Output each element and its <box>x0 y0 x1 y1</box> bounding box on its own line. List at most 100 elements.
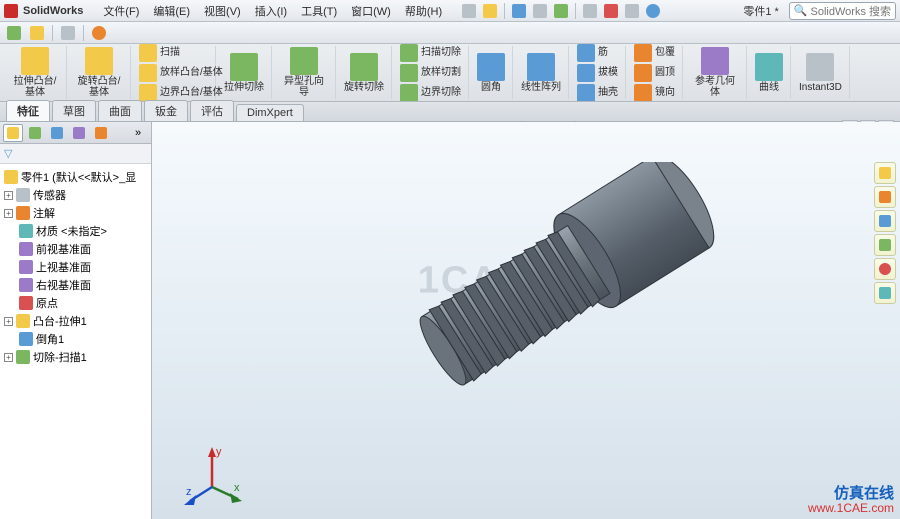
triad-x-label: x <box>234 482 240 494</box>
resources-tab[interactable] <box>874 162 896 184</box>
loft-boss-button[interactable]: 放样凸台/基体 <box>136 63 211 83</box>
display-manager-tab[interactable] <box>91 124 111 142</box>
hole-wizard-button[interactable]: 异型孔向导 <box>277 45 331 100</box>
shell-button[interactable]: 抽壳 <box>574 83 621 103</box>
tree-top-plane[interactable]: 上视基准面 <box>2 258 149 276</box>
tab-feature[interactable]: 特征 <box>6 100 50 121</box>
tree-sensors[interactable]: + 传感器 <box>2 186 149 204</box>
dome-button[interactable]: 圆顶 <box>631 63 678 83</box>
open-doc-button[interactable] <box>481 2 499 20</box>
ribbon-group-curves: 曲线 <box>748 46 791 99</box>
tree-origin[interactable]: 原点 <box>2 294 149 312</box>
property-manager-tab[interactable] <box>25 124 45 142</box>
view-orientation-button[interactable] <box>4 24 24 42</box>
undo-button[interactable] <box>552 2 570 20</box>
feature-tree-tab[interactable] <box>3 124 23 142</box>
rib-button[interactable]: 筋 <box>574 44 621 63</box>
revolve-cut-button[interactable]: 旋转切除 <box>341 51 387 95</box>
help-button[interactable] <box>644 2 662 20</box>
instant3d-icon <box>806 53 834 81</box>
panel-pin-button[interactable]: » <box>128 124 148 142</box>
menu-window[interactable]: 窗口(W) <box>345 1 397 21</box>
tree-feature2[interactable]: 倒角1 <box>2 330 149 348</box>
menu-edit[interactable]: 编辑(E) <box>147 1 196 21</box>
library-icon <box>879 191 891 203</box>
new-doc-button[interactable] <box>460 2 478 20</box>
select-tool-button[interactable] <box>58 24 78 42</box>
tree-front-plane[interactable]: 前视基准面 <box>2 240 149 258</box>
tree-feature1[interactable]: +凸台-拉伸1 <box>2 312 149 330</box>
ribbon-group-features2: 包覆 圆顶 镜向 <box>627 46 683 99</box>
select-button[interactable] <box>581 2 599 20</box>
sweep-cut-button[interactable]: 扫描切除 <box>397 44 464 63</box>
save-button[interactable] <box>510 2 528 20</box>
extrude-boss-button[interactable]: 拉伸凸台/基体 <box>8 45 62 100</box>
menu-tools[interactable]: 工具(T) <box>295 1 343 21</box>
branding-title: 仿真在线 <box>808 487 894 501</box>
tree-root[interactable]: 零件1 (默认<<默认>_显 <box>2 168 149 186</box>
appearances-tab[interactable] <box>874 258 896 280</box>
menu-insert[interactable]: 插入(I) <box>249 1 293 21</box>
loft-cut-button[interactable]: 放样切割 <box>397 63 464 83</box>
filter-icon[interactable]: ▽ <box>4 147 12 160</box>
tab-sketch[interactable]: 草图 <box>52 100 96 121</box>
file-explorer-tab[interactable] <box>874 210 896 232</box>
sweep-button[interactable]: 扫描 <box>136 44 211 63</box>
pattern-icon <box>527 53 555 81</box>
view-palette-tab[interactable] <box>874 234 896 256</box>
expand-icon[interactable]: + <box>4 317 13 326</box>
tree-feature3-label: 切除-扫描1 <box>33 349 87 365</box>
fillet-button[interactable]: 圆角 <box>474 51 508 95</box>
display-style-button[interactable] <box>27 24 47 42</box>
expand-icon[interactable]: + <box>4 209 13 218</box>
plane-icon <box>19 242 33 256</box>
draft-button[interactable]: 拔模 <box>574 63 621 83</box>
loft-cut-icon <box>400 64 418 82</box>
mirror-button[interactable]: 镜向 <box>631 83 678 103</box>
print-button[interactable] <box>531 2 549 20</box>
curves-button[interactable]: 曲线 <box>752 51 786 95</box>
boundary-cut-button[interactable]: 边界切除 <box>397 83 464 103</box>
tree-material[interactable]: 材质 <未指定> <box>2 222 149 240</box>
separator-icon <box>504 3 505 19</box>
search-input[interactable]: 🔍 SolidWorks 搜索 <box>789 2 896 20</box>
ribbon-group-sweep: 扫描 放样凸台/基体 边界凸台/基体 <box>132 46 216 99</box>
graphics-viewport[interactable]: 1CAE.COM <box>152 122 900 519</box>
custom-props-tab[interactable] <box>874 282 896 304</box>
search-icon: 🔍 <box>794 4 808 17</box>
dome-icon <box>634 64 652 82</box>
dimxpert-manager-tab[interactable] <box>69 124 89 142</box>
edit-appearance-button[interactable] <box>89 24 109 42</box>
revolve-cut-label: 旋转切除 <box>344 82 384 93</box>
menu-view[interactable]: 视图(V) <box>198 1 247 21</box>
menu-bar: SolidWorks 文件(F) 编辑(E) 视图(V) 插入(I) 工具(T)… <box>0 0 900 22</box>
document-name: 零件1 * <box>743 3 778 19</box>
extrude-cut-button[interactable]: 拉伸切除 <box>221 51 267 95</box>
instant3d-button[interactable]: Instant3D <box>796 51 845 95</box>
tree-right-plane[interactable]: 右视基准面 <box>2 276 149 294</box>
options-button[interactable] <box>623 2 641 20</box>
view-toolbar <box>0 22 900 44</box>
tab-surface[interactable]: 曲面 <box>98 100 142 121</box>
expand-icon[interactable]: + <box>4 191 13 200</box>
rebuild-button[interactable] <box>602 2 620 20</box>
tab-evaluate[interactable]: 评估 <box>190 100 234 121</box>
tree-material-label: 材质 <未指定> <box>36 223 107 239</box>
tree-feature3[interactable]: + 切除-扫描1 <box>2 348 149 366</box>
tree-sensors-label: 传感器 <box>33 187 66 203</box>
tab-dimxpert[interactable]: DimXpert <box>236 104 304 121</box>
config-manager-tab[interactable] <box>47 124 67 142</box>
display-manager-icon <box>95 127 107 139</box>
menu-help[interactable]: 帮助(H) <box>399 1 448 21</box>
ref-geometry-button[interactable]: 参考几何体 <box>688 45 742 100</box>
orientation-triad-icon[interactable]: y x z <box>182 445 242 505</box>
wrap-button[interactable]: 包覆 <box>631 44 678 63</box>
tree-annotations[interactable]: +注解 <box>2 204 149 222</box>
expand-icon[interactable]: + <box>4 353 13 362</box>
sweep-cut-label: 扫描切除 <box>421 47 461 58</box>
linear-pattern-button[interactable]: 线性阵列 <box>518 51 564 95</box>
design-library-tab[interactable] <box>874 186 896 208</box>
menu-file[interactable]: 文件(F) <box>97 1 145 21</box>
tab-sheetmetal[interactable]: 钣金 <box>144 100 188 121</box>
revolve-boss-button[interactable]: 旋转凸台/基体 <box>72 45 126 100</box>
